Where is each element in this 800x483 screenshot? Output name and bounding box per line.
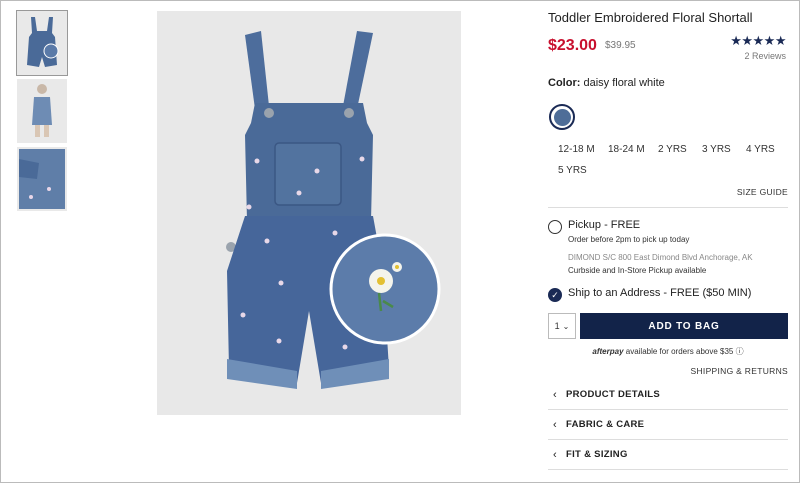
ship-radio-checked[interactable]: ✓ xyxy=(548,288,562,302)
price-row: $23.00 $39.95 ★★★★★ 2 Reviews xyxy=(548,33,788,75)
size-option-4yrs[interactable]: 4 YRS xyxy=(746,139,786,160)
pickup-option[interactable]: Pickup - FREE Order before 2pm to pick u… xyxy=(548,219,788,275)
size-option-18-24m[interactable]: 18-24 M xyxy=(608,139,658,160)
quantity-value: 1 xyxy=(554,321,560,331)
afterpay-message: afterpay available for orders above $35 … xyxy=(548,346,788,357)
chevron-left-icon: ‹ xyxy=(553,448,557,461)
color-swatch-selected[interactable] xyxy=(549,104,575,130)
product-main-image[interactable] xyxy=(157,11,461,415)
original-price: $39.95 xyxy=(605,40,636,51)
thumbnail-model[interactable] xyxy=(17,79,67,143)
size-option-12-18m[interactable]: 12-18 M xyxy=(548,139,608,160)
accordion-product-details[interactable]: ‹ PRODUCT DETAILS xyxy=(548,380,788,410)
sale-price: $23.00 xyxy=(548,37,597,54)
add-to-bag-button[interactable]: ADD TO BAG xyxy=(580,313,788,339)
size-option-5yrs[interactable]: 5 YRS xyxy=(548,160,608,181)
reviews-link[interactable]: 2 Reviews xyxy=(744,51,786,61)
product-title: Toddler Embroidered Floral Shortall xyxy=(548,10,753,25)
divider xyxy=(548,207,788,208)
ship-title: Ship to an Address - FREE ($50 MIN) xyxy=(568,287,788,299)
pickup-store-address[interactable]: DIMOND S/C 800 East Dimond Blvd Anchorag… xyxy=(568,253,788,262)
accordion-fabric-care[interactable]: ‹ FABRIC & CARE xyxy=(548,410,788,440)
pickup-note: Curbside and In-Store Pickup available xyxy=(568,266,707,275)
chevron-down-icon: ⌄ xyxy=(562,321,570,331)
chevron-left-icon: ‹ xyxy=(553,388,557,401)
ship-price: - FREE ($50 MIN) xyxy=(660,287,752,299)
quantity-select[interactable]: 1 ⌄ xyxy=(548,313,576,339)
size-selector: 12-18 M 18-24 M 2 YRS 3 YRS 4 YRS 5 YRS xyxy=(548,139,788,181)
ship-label: Ship to an Address xyxy=(568,287,661,299)
pickup-radio[interactable] xyxy=(548,220,562,234)
add-to-bag-row: 1 ⌄ ADD TO BAG xyxy=(548,313,788,339)
accordion-label: PRODUCT DETAILS xyxy=(566,389,661,400)
color-selection-label: Color: daisy floral white xyxy=(548,77,788,89)
chevron-left-icon: ‹ xyxy=(553,418,557,431)
size-guide-link[interactable]: SIZE GUIDE xyxy=(548,187,788,197)
color-label: Color: xyxy=(548,77,581,89)
details-accordion: ‹ PRODUCT DETAILS ‹ FABRIC & CARE ‹ FIT … xyxy=(548,380,788,470)
thumbnail-gallery xyxy=(16,10,68,215)
product-info-panel: Toddler Embroidered Floral Shortall $23.… xyxy=(548,9,788,470)
size-option-3yrs[interactable]: 3 YRS xyxy=(702,139,746,160)
pickup-title: Pickup - FREE xyxy=(568,219,641,231)
accordion-label: FIT & SIZING xyxy=(566,449,628,460)
color-value: daisy floral white xyxy=(583,77,665,89)
color-swatch-fill xyxy=(553,108,571,126)
pickup-subtitle: Order before 2pm to pick up today xyxy=(568,235,690,244)
afterpay-text[interactable]: available for orders above $35 ⓘ xyxy=(624,347,744,356)
shipping-returns-link[interactable]: SHIPPING & RETURNS xyxy=(548,366,788,376)
accordion-label: FABRIC & CARE xyxy=(566,419,645,430)
afterpay-logo: afterpay xyxy=(592,347,624,356)
thumbnail-detail[interactable] xyxy=(17,147,67,211)
thumbnail-front[interactable] xyxy=(16,10,68,76)
size-option-2yrs[interactable]: 2 YRS xyxy=(658,139,702,160)
rating-stars[interactable]: ★★★★★ xyxy=(730,33,786,49)
ship-option[interactable]: ✓ Ship to an Address - FREE ($50 MIN) xyxy=(548,287,788,302)
accordion-fit-sizing[interactable]: ‹ FIT & SIZING xyxy=(548,440,788,470)
